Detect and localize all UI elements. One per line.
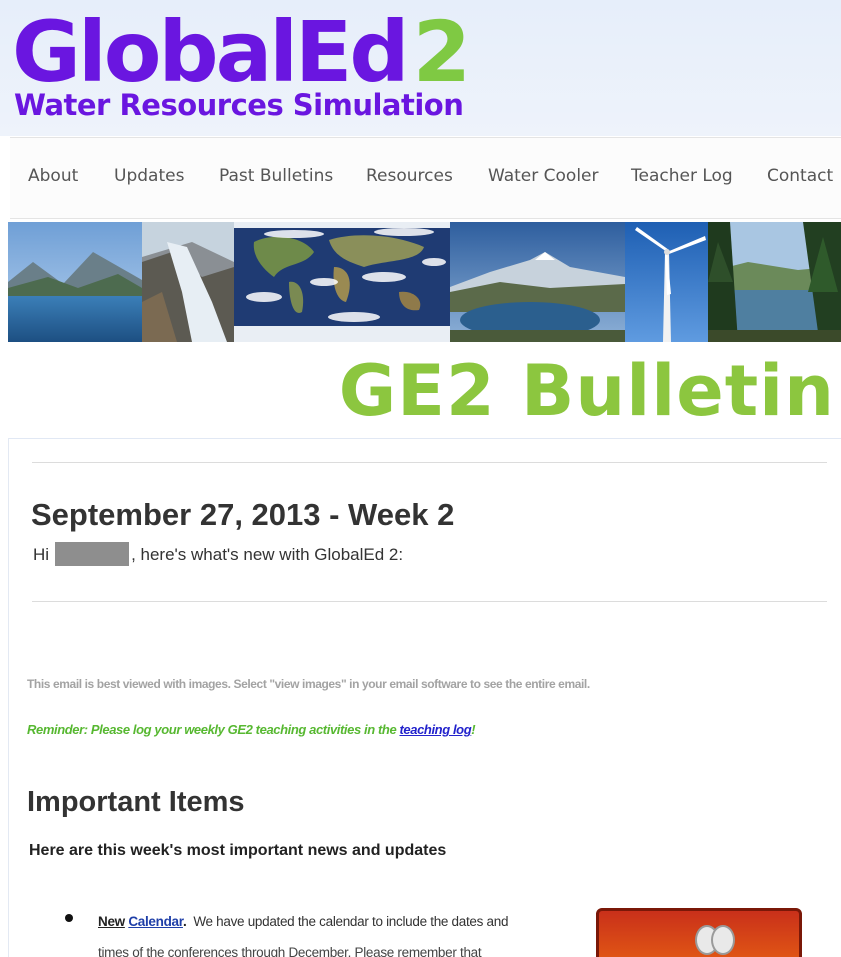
logo-text: GlobalEd [12, 3, 410, 101]
reminder-message: Reminder: Please log your weekly GE2 tea… [27, 722, 400, 737]
greeting-suffix: , here's what's new with GlobalEd 2: [131, 545, 404, 564]
photo-banner [8, 222, 841, 342]
calendar-icon [596, 908, 802, 957]
redacted-name [55, 542, 130, 566]
main-nav: About Updates Past Bulletins Resources W… [10, 137, 841, 219]
lake-mountains-image [8, 222, 142, 342]
divider [32, 601, 827, 602]
greeting-prefix: Hi [33, 545, 50, 564]
bulletin-title: GE2 Bulletin [338, 350, 835, 432]
mountain-lake-image [450, 222, 625, 342]
email-page: GlobalEd2 Water Resources Simulation Abo… [0, 0, 841, 957]
nav-item-about[interactable]: About [28, 166, 78, 186]
new-calendar-link-prefix[interactable]: New [98, 914, 125, 929]
nav-item-resources[interactable]: Resources [366, 166, 453, 186]
view-images-note: This email is best viewed with images. S… [27, 677, 590, 691]
nav-item-updates[interactable]: Updates [114, 166, 184, 186]
wind-turbine-image [625, 222, 708, 342]
nav-item-past-bulletins[interactable]: Past Bulletins [219, 166, 333, 186]
teaching-log-link[interactable]: teaching log [399, 722, 471, 737]
world-map-image [234, 222, 450, 342]
logo-subtitle: Water Resources Simulation [14, 88, 464, 122]
header: GlobalEd2 Water Resources Simulation [0, 0, 841, 136]
logo-number: 2 [412, 3, 471, 101]
list-item-text: We have updated the calendar to include … [193, 914, 509, 929]
nav-item-teacher-log[interactable]: Teacher Log [631, 166, 733, 186]
list-item-continuation: times of the conferences through Decembe… [98, 945, 482, 957]
bulletin-banner: GE2 Bulletin [8, 342, 841, 439]
list-item: New Calendar. We have updated the calend… [98, 914, 508, 929]
bullet-icon [65, 914, 73, 922]
greeting: Hi , here's what's new with GlobalEd 2: [33, 542, 403, 566]
calendar-link[interactable]: Calendar [128, 914, 183, 929]
nav-item-water-cooler[interactable]: Water Cooler [488, 166, 599, 186]
important-items-heading: Important Items [27, 786, 245, 818]
nav-item-contact[interactable]: Contact [767, 166, 833, 186]
reminder-end: ! [471, 722, 476, 737]
important-items-subtitle: Here are this week's most important news… [29, 842, 447, 859]
list-item-period: . [182, 914, 187, 929]
content-border [8, 438, 9, 957]
issue-title: September 27, 2013 - Week 2 [31, 497, 455, 532]
globaled-logo[interactable]: GlobalEd2 [12, 2, 471, 102]
reminder-text: Reminder: Please log your weekly GE2 tea… [27, 722, 476, 737]
calendar-ring-icon [711, 925, 735, 955]
glacier-waterfall-image [142, 222, 234, 342]
forest-lake-image [708, 222, 841, 342]
divider [32, 462, 827, 463]
